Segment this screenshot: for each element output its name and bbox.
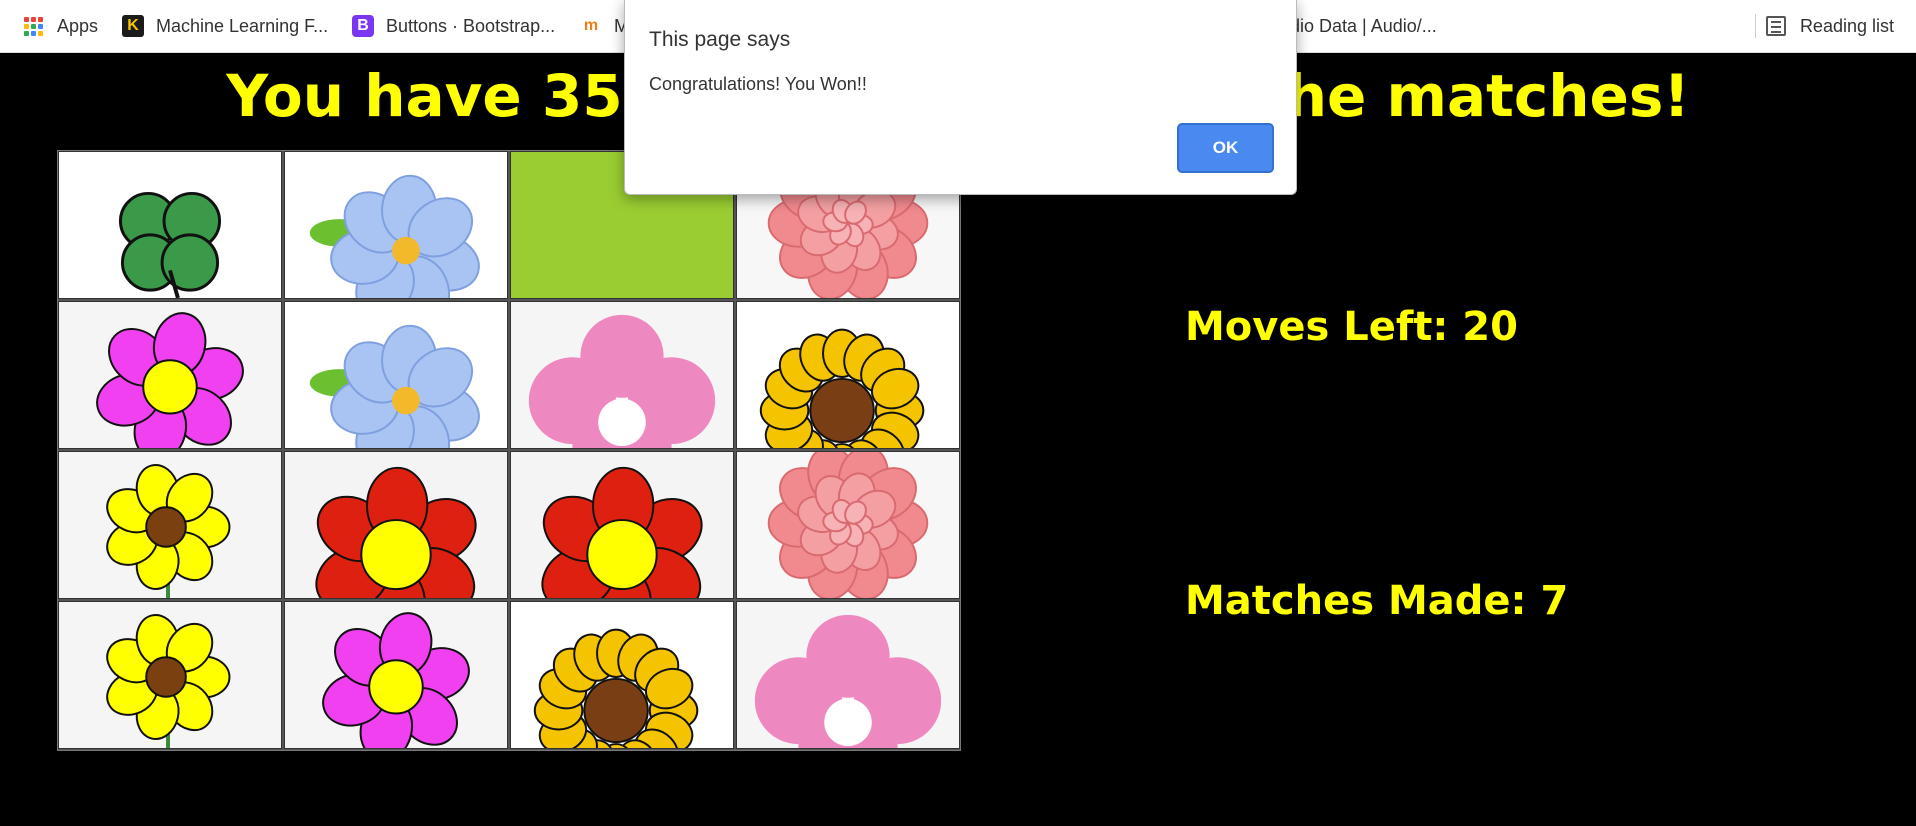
- memory-card-pink-blossom[interactable]: [510, 301, 734, 449]
- pink-blossom-image: [737, 602, 959, 748]
- ok-button[interactable]: OK: [1177, 123, 1274, 173]
- reading-list-label: Reading list: [1799, 15, 1894, 36]
- memory-card-red-flower[interactable]: [284, 451, 508, 599]
- memory-card-yellow-daisy[interactable]: [58, 601, 282, 749]
- pink-blossom-image: [511, 302, 733, 448]
- bookmark-apps-label: Apps: [57, 15, 99, 36]
- apps-icon: [22, 15, 44, 37]
- bookmark-apps[interactable]: Apps: [22, 13, 98, 39]
- memory-card-blue-flower[interactable]: [284, 301, 508, 449]
- blue-flower-image: [285, 152, 507, 298]
- card-grid: [57, 150, 961, 751]
- moodle-icon: m: [583, 17, 599, 34]
- memory-card-yellow-daisy[interactable]: [58, 451, 282, 599]
- matches-made: Matches Made: 7: [1185, 578, 1569, 624]
- bookmark-machine-learning[interactable]: K Machine Learning F...: [122, 13, 328, 39]
- memory-card-magenta-flower[interactable]: [58, 301, 282, 449]
- blue-flower-image: [285, 302, 507, 448]
- dialog-title: This page says: [649, 28, 791, 51]
- bootstrap-icon: B: [352, 15, 374, 37]
- magenta-flower-image: [285, 602, 507, 748]
- moves-left: Moves Left: 20: [1185, 304, 1518, 350]
- bookmark-moodle[interactable]: m M: [580, 13, 629, 39]
- memory-card-red-flower[interactable]: [510, 451, 734, 599]
- alert-dialog: This page says Congratulations! You Won!…: [624, 0, 1297, 195]
- dialog-message: Congratulations! You Won!!: [649, 74, 867, 94]
- bookmark-label: Machine Learning F...: [156, 15, 329, 36]
- bookmarks-divider: [1755, 14, 1756, 38]
- memory-card-magenta-flower[interactable]: [284, 601, 508, 749]
- bookmark-audio-data[interactable]: udio Data | Audio/...: [1280, 13, 1437, 39]
- magenta-flower-image: [59, 302, 281, 448]
- memory-card-sunflower[interactable]: [510, 601, 734, 749]
- memory-card-blue-flower[interactable]: [284, 151, 508, 299]
- sunflower-image: [737, 302, 959, 448]
- sunflower-image: [511, 602, 733, 748]
- memory-card-pink-blossom[interactable]: [736, 601, 960, 749]
- reading-list-icon: [1765, 16, 1786, 36]
- red-flower-image: [511, 452, 733, 598]
- k-icon: K: [122, 15, 144, 37]
- memory-card-clover[interactable]: [58, 151, 282, 299]
- pink-dahlia-image: [737, 452, 959, 598]
- bookmark-bootstrap-buttons[interactable]: B Buttons · Bootstrap...: [352, 13, 555, 39]
- red-flower-image: [285, 452, 507, 598]
- yellow-daisy-image: [59, 602, 281, 748]
- clover-image: [59, 152, 281, 298]
- yellow-daisy-image: [59, 452, 281, 598]
- memory-card-sunflower[interactable]: [736, 301, 960, 449]
- bookmark-label: udio Data | Audio/...: [1280, 15, 1437, 36]
- reading-list-button[interactable]: Reading list: [1765, 13, 1894, 39]
- memory-card-pink-dahlia[interactable]: [736, 451, 960, 599]
- bookmark-label: Buttons · Bootstrap...: [386, 15, 556, 36]
